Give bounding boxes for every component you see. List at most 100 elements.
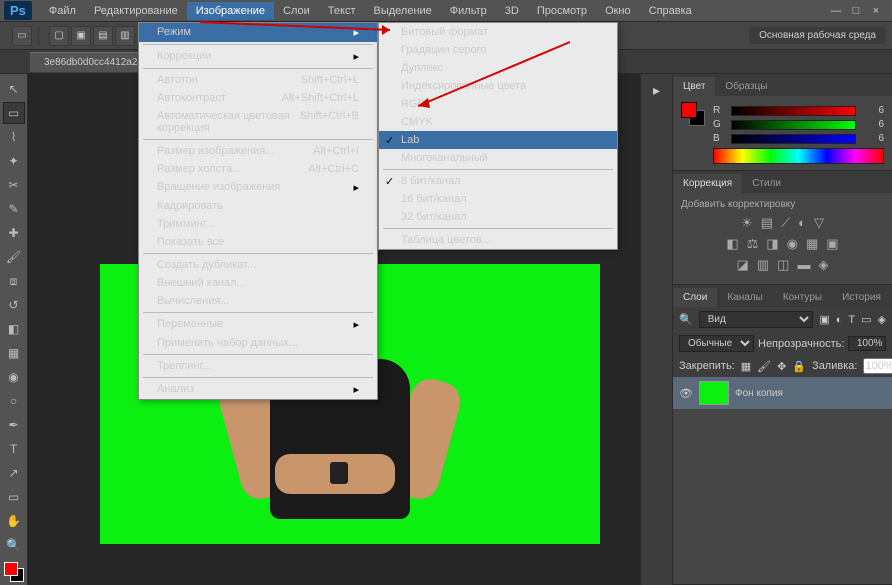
type-tool[interactable]: T bbox=[3, 438, 25, 460]
eraser-tool[interactable]: ◧ bbox=[3, 318, 25, 340]
window-minimize-icon[interactable]: — bbox=[828, 5, 844, 17]
menu-edit[interactable]: Редактирование bbox=[85, 2, 187, 20]
menu-autotone[interactable]: АвтотонShift+Ctrl+L bbox=[139, 71, 377, 89]
mode-8bit[interactable]: 8 бит/канал bbox=[379, 172, 617, 190]
filter-adj-icon[interactable]: ◐ bbox=[836, 314, 843, 326]
selcolor-icon[interactable]: ◈ bbox=[818, 257, 828, 273]
dodge-tool[interactable]: ○ bbox=[3, 390, 25, 412]
tab-styles[interactable]: Стили bbox=[742, 174, 791, 193]
posterize-icon[interactable]: ▥ bbox=[757, 257, 769, 273]
menu-3d[interactable]: 3D bbox=[496, 2, 528, 20]
blend-mode-select[interactable]: Обычные bbox=[679, 335, 754, 352]
tab-history[interactable]: История bbox=[832, 288, 891, 307]
workspace-switcher[interactable]: Основная рабочая среда bbox=[749, 27, 886, 44]
menu-image[interactable]: Изображение bbox=[187, 2, 274, 20]
window-close-icon[interactable]: × bbox=[868, 5, 884, 17]
gradmap-icon[interactable]: ▬ bbox=[797, 257, 810, 273]
layer-thumbnail[interactable] bbox=[699, 381, 729, 405]
menu-image-size[interactable]: Размер изображения...Alt+Ctrl+I bbox=[139, 142, 377, 160]
brightness-icon[interactable]: ☀ bbox=[741, 215, 753, 231]
menu-calculations[interactable]: Вычисления... bbox=[139, 292, 377, 310]
menu-canvas-size[interactable]: Размер холста...Alt+Ctrl+C bbox=[139, 160, 377, 178]
menu-view[interactable]: Просмотр bbox=[528, 2, 596, 20]
menu-file[interactable]: Файл bbox=[40, 2, 85, 20]
collapsed-panel-strip[interactable]: ▸ bbox=[640, 74, 672, 585]
selection-add[interactable]: ▣ bbox=[71, 26, 91, 46]
color-swatch[interactable] bbox=[4, 562, 24, 582]
g-value[interactable]: 6 bbox=[862, 119, 884, 130]
layer-name[interactable]: Фон копия bbox=[735, 388, 783, 399]
crop-tool[interactable]: ✂ bbox=[3, 174, 25, 196]
lookup-icon[interactable]: ▣ bbox=[826, 236, 838, 252]
menu-help[interactable]: Справка bbox=[640, 2, 701, 20]
selection-subtract[interactable]: ▤ bbox=[93, 26, 113, 46]
menu-trim[interactable]: Тримминг... bbox=[139, 215, 377, 233]
menu-reveal[interactable]: Показать все bbox=[139, 233, 377, 251]
fill-input[interactable] bbox=[863, 358, 892, 374]
path-tool[interactable]: ↗ bbox=[3, 462, 25, 484]
eyedropper-tool[interactable]: ✎ bbox=[3, 198, 25, 220]
filter-kind-icon[interactable]: 🔍 bbox=[679, 313, 693, 326]
lasso-tool[interactable]: ⌇ bbox=[3, 126, 25, 148]
filter-type-icon[interactable]: T bbox=[848, 314, 855, 326]
photo-filter-icon[interactable]: ◉ bbox=[787, 236, 798, 252]
brush-tool[interactable]: 🖌 bbox=[3, 246, 25, 268]
tab-paths[interactable]: Контуры bbox=[773, 288, 832, 307]
zoom-tool[interactable]: 🔍 bbox=[3, 534, 25, 556]
levels-icon[interactable]: ▤ bbox=[761, 215, 773, 231]
tab-channels[interactable]: Каналы bbox=[717, 288, 773, 307]
menu-autocontrast[interactable]: АвтоконтрастAlt+Shift+Ctrl+L bbox=[139, 89, 377, 107]
lock-position-icon[interactable]: ✥ bbox=[777, 360, 786, 373]
filter-pixel-icon[interactable]: ▣ bbox=[819, 313, 829, 326]
spectrum-picker[interactable] bbox=[713, 148, 884, 164]
tab-color[interactable]: Цвет bbox=[673, 77, 715, 96]
tab-adjustments[interactable]: Коррекция bbox=[673, 174, 742, 193]
vibrance-icon[interactable]: ▽ bbox=[814, 215, 824, 231]
opacity-input[interactable] bbox=[848, 336, 886, 351]
mode-grayscale[interactable]: Градации серого bbox=[379, 41, 617, 59]
mixer-icon[interactable]: ▦ bbox=[806, 236, 818, 252]
marquee-tool[interactable]: ▭ bbox=[3, 102, 25, 124]
bw-icon[interactable]: ◨ bbox=[766, 236, 778, 252]
tab-swatches[interactable]: Образцы bbox=[715, 77, 777, 96]
filter-smart-icon[interactable]: ◈ bbox=[878, 313, 886, 326]
menu-window[interactable]: Окно bbox=[596, 2, 640, 20]
mode-16bit[interactable]: 16 бит/канал bbox=[379, 190, 617, 208]
selection-intersect[interactable]: ▥ bbox=[115, 26, 135, 46]
g-slider[interactable] bbox=[731, 120, 856, 130]
mode-cmyk[interactable]: CMYK bbox=[379, 113, 617, 131]
history-brush-tool[interactable]: ↺ bbox=[3, 294, 25, 316]
menu-duplicate[interactable]: Создать дубликат... bbox=[139, 256, 377, 274]
r-slider[interactable] bbox=[731, 106, 856, 116]
b-slider[interactable] bbox=[731, 134, 856, 144]
menu-filter[interactable]: Фильтр bbox=[441, 2, 496, 20]
mode-multichannel[interactable]: Многоканальный bbox=[379, 149, 617, 167]
mode-rgb[interactable]: RGB bbox=[379, 95, 617, 113]
gradient-tool[interactable]: ▦ bbox=[3, 342, 25, 364]
shape-tool[interactable]: ▭ bbox=[3, 486, 25, 508]
menu-select[interactable]: Выделение bbox=[365, 2, 441, 20]
menu-mode[interactable]: Режим bbox=[139, 23, 377, 42]
menu-corrections[interactable]: Коррекции bbox=[139, 47, 377, 66]
pen-tool[interactable]: ✒ bbox=[3, 414, 25, 436]
menu-text[interactable]: Текст bbox=[319, 2, 365, 20]
balance-icon[interactable]: ⚖ bbox=[747, 236, 759, 252]
blur-tool[interactable]: ◉ bbox=[3, 366, 25, 388]
menu-rotation[interactable]: Вращение изображения bbox=[139, 178, 377, 197]
hand-tool[interactable]: ✋ bbox=[3, 510, 25, 532]
b-value[interactable]: 6 bbox=[862, 133, 884, 144]
healing-tool[interactable]: ✚ bbox=[3, 222, 25, 244]
filter-shape-icon[interactable]: ▭ bbox=[861, 313, 871, 326]
kind-select[interactable]: Вид bbox=[699, 311, 814, 328]
visibility-icon[interactable]: 👁 bbox=[679, 387, 693, 400]
lock-transparency-icon[interactable]: ▦ bbox=[741, 360, 751, 373]
wand-tool[interactable]: ✦ bbox=[3, 150, 25, 172]
exposure-icon[interactable]: ◐ bbox=[798, 215, 806, 231]
hue-icon[interactable]: ◧ bbox=[726, 236, 738, 252]
lock-all-icon[interactable]: 🔒 bbox=[792, 360, 806, 373]
stamp-tool[interactable]: ⧈ bbox=[3, 270, 25, 292]
mode-lab[interactable]: Lab bbox=[379, 131, 617, 149]
panel-expand-icon[interactable]: ▸ bbox=[641, 74, 672, 107]
tab-layers[interactable]: Слои bbox=[673, 288, 717, 307]
move-tool[interactable]: ↖ bbox=[3, 78, 25, 100]
